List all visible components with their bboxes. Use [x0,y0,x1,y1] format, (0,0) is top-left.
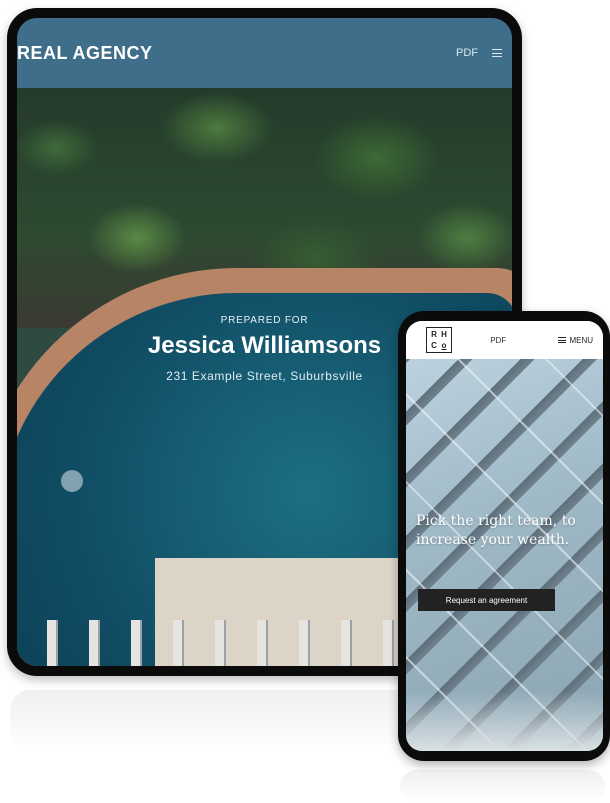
phone-device: R H C o PDF MENU Pick the right team, to… [398,311,610,761]
request-agreement-button[interactable]: Request an agreement [418,589,555,611]
rhco-logo[interactable]: R H C o [426,327,452,353]
logo-letter: H [441,330,447,339]
logo-letter: C [431,341,437,350]
phone-reflection [400,770,605,803]
hamburger-icon[interactable] [492,49,502,57]
tablet-header: REAL AGENCY PDF [17,18,512,88]
phone-screen: R H C o PDF MENU Pick the right team, to… [406,321,603,751]
logo-letter: R [431,330,437,339]
logo-letter: o [441,341,447,350]
phone-hero-fade [406,691,603,751]
hamburger-icon [558,337,567,343]
phone-menu-button[interactable]: MENU [558,336,593,345]
menu-label: MENU [569,335,593,345]
hero-tagline: Pick the right team, to increase your we… [416,513,576,548]
pdf-link[interactable]: PDF [456,47,478,59]
brand-logo[interactable]: REAL AGENCY [17,43,153,64]
phone-pdf-link[interactable]: PDF [490,336,506,345]
phone-header: R H C o PDF MENU [406,321,603,359]
tablet-header-actions: PDF [456,47,502,59]
phone-hero-image: Pick the right team, to increase your we… [406,359,603,751]
pool-drain [61,470,83,492]
